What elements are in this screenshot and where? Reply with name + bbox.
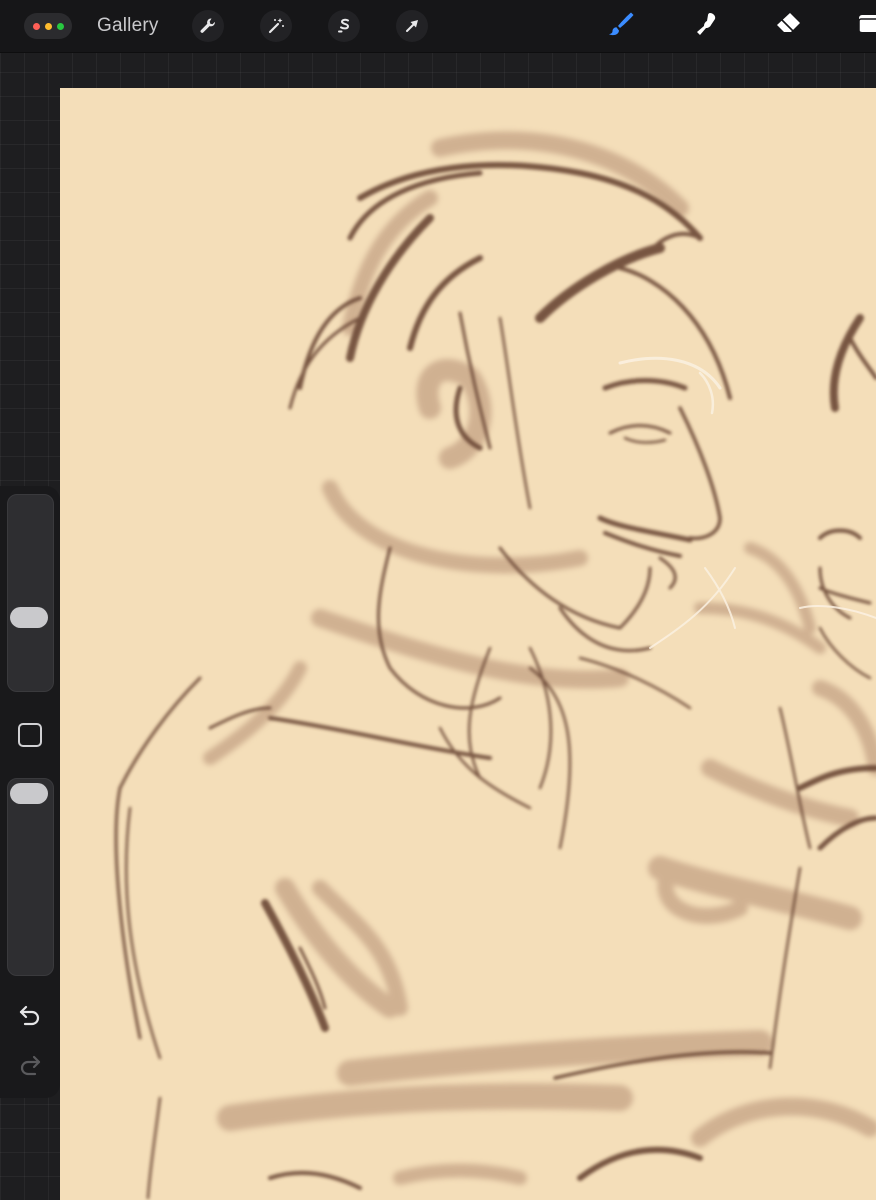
smudge-button[interactable] [688,8,724,44]
zoom-dot [56,22,64,30]
redo-button[interactable] [15,1055,45,1079]
adjustments-button[interactable] [260,10,292,42]
undo-icon [17,1004,43,1031]
smudge-finger-icon [692,10,720,43]
modify-color-button[interactable] [18,723,42,747]
undo-button[interactable] [15,1005,45,1029]
actions-button[interactable] [192,10,224,42]
transform-button[interactable] [396,10,428,42]
eraser-button[interactable] [770,8,806,44]
brush-size-slider[interactable] [7,494,54,692]
eraser-icon [773,10,803,43]
brush-opacity-thumb[interactable] [10,783,48,804]
selection-button[interactable] [328,10,360,42]
top-toolbar: Gallery [0,0,876,53]
close-dot [32,22,40,30]
gallery-button[interactable]: Gallery [97,15,159,37]
window-menu-button[interactable] [24,13,72,39]
wrench-icon [198,16,218,36]
drawing-canvas[interactable] [60,88,876,1200]
layers-button[interactable] [846,8,876,44]
arrow-cursor-icon [402,16,422,36]
brush-button[interactable] [602,8,638,44]
procreate-app: Gallery [0,0,876,1200]
minimize-dot [44,22,52,30]
selection-icon [334,16,354,36]
brush-opacity-slider[interactable] [7,778,54,976]
paintbrush-icon [606,10,634,43]
layers-icon [849,10,876,43]
brush-sidebar [0,486,60,1098]
redo-icon [17,1054,43,1081]
brush-size-thumb[interactable] [10,607,48,628]
sketch-artwork [114,131,876,1200]
magic-wand-icon [266,16,286,36]
